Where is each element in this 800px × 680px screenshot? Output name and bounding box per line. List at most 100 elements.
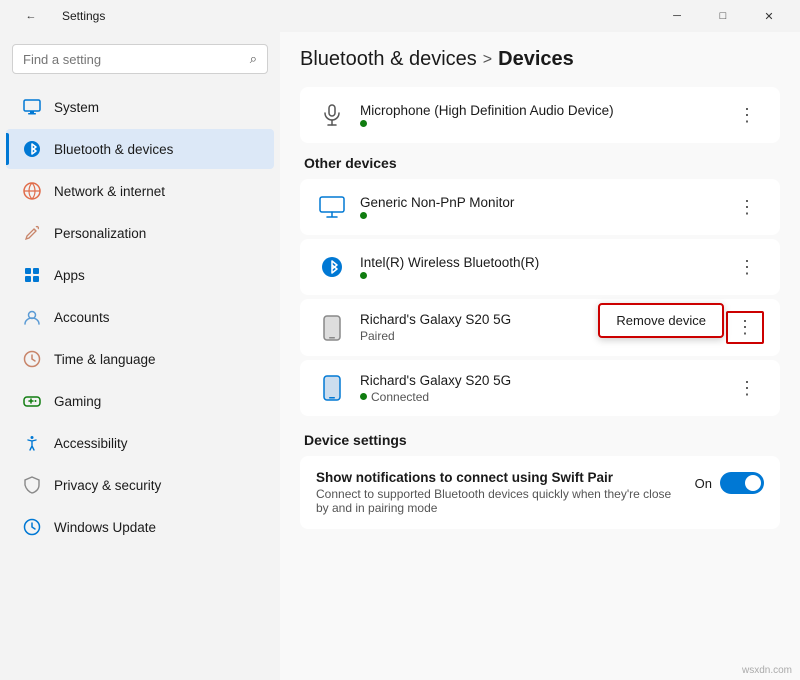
swift-pair-title: Show notifications to connect using Swif… bbox=[316, 470, 676, 485]
intel-bluetooth-card-left: Intel(R) Wireless Bluetooth(R) bbox=[316, 251, 539, 283]
titlebar: ← Settings ─ □ ✕ bbox=[0, 0, 800, 32]
search-icon: ⌕ bbox=[250, 51, 257, 67]
titlebar-left: ← Settings bbox=[8, 0, 105, 32]
sidebar-item-system[interactable]: System bbox=[6, 87, 274, 127]
sidebar-item-accounts[interactable]: Accounts bbox=[6, 297, 274, 337]
intel-bluetooth-more-button[interactable]: ⋮ bbox=[730, 253, 764, 282]
remove-device-label: Remove device bbox=[616, 313, 706, 328]
monitor-icon bbox=[316, 191, 348, 223]
galaxy-connected-name: Richard's Galaxy S20 5G bbox=[360, 373, 511, 388]
microphone-status bbox=[360, 120, 614, 127]
remove-device-popup[interactable]: Remove device bbox=[598, 303, 724, 338]
titlebar-controls: ─ □ ✕ bbox=[654, 0, 792, 32]
network-icon bbox=[22, 181, 42, 201]
microphone-info: Microphone (High Definition Audio Device… bbox=[360, 103, 614, 127]
swift-pair-toggle[interactable] bbox=[720, 472, 764, 494]
app-title: Settings bbox=[62, 9, 105, 23]
intel-bluetooth-info: Intel(R) Wireless Bluetooth(R) bbox=[360, 255, 539, 279]
bluetooth-icon bbox=[22, 139, 42, 159]
search-box[interactable]: ⌕ bbox=[12, 44, 268, 74]
galaxy-paired-status-text: Paired bbox=[360, 329, 395, 343]
sidebar-item-privacy[interactable]: Privacy & security bbox=[6, 465, 274, 505]
galaxy-paired-icon bbox=[316, 312, 348, 344]
sidebar-item-apps[interactable]: Apps bbox=[6, 255, 274, 295]
app-body: ⌕ System Bluetooth & devices Network & i… bbox=[0, 32, 800, 680]
intel-bluetooth-card: Intel(R) Wireless Bluetooth(R) ⋮ bbox=[300, 239, 780, 295]
sidebar-item-accounts-label: Accounts bbox=[54, 310, 110, 325]
intel-bluetooth-name: Intel(R) Wireless Bluetooth(R) bbox=[360, 255, 539, 270]
monitor-card-left: Generic Non-PnP Monitor bbox=[316, 191, 514, 223]
accessibility-icon bbox=[22, 433, 42, 453]
sidebar-item-network-label: Network & internet bbox=[54, 184, 165, 199]
monitor-status bbox=[360, 212, 514, 219]
galaxy-paired-card-left: Richard's Galaxy S20 5G Paired bbox=[316, 312, 511, 344]
microphone-icon bbox=[316, 99, 348, 131]
galaxy-connected-icon bbox=[316, 372, 348, 404]
galaxy-connected-card: Richard's Galaxy S20 5G Connected ⋮ bbox=[300, 360, 780, 416]
monitor-card: Generic Non-PnP Monitor ⋮ bbox=[300, 179, 780, 235]
sidebar-item-time[interactable]: Time & language bbox=[6, 339, 274, 379]
close-button[interactable]: ✕ bbox=[746, 0, 792, 32]
sidebar: ⌕ System Bluetooth & devices Network & i… bbox=[0, 32, 280, 680]
monitor-more-button[interactable]: ⋮ bbox=[730, 193, 764, 222]
sidebar-item-apps-label: Apps bbox=[54, 268, 85, 283]
sidebar-item-gaming[interactable]: Gaming bbox=[6, 381, 274, 421]
personalization-icon bbox=[22, 223, 42, 243]
device-settings-label: Device settings bbox=[300, 432, 780, 448]
galaxy-paired-status: Paired bbox=[360, 329, 511, 343]
microphone-card-left: Microphone (High Definition Audio Device… bbox=[316, 99, 614, 131]
galaxy-connected-status-dot bbox=[360, 393, 367, 400]
sidebar-item-gaming-label: Gaming bbox=[54, 394, 101, 409]
sidebar-item-network[interactable]: Network & internet bbox=[6, 171, 274, 211]
swift-pair-info: Show notifications to connect using Swif… bbox=[316, 470, 676, 515]
microphone-more-button[interactable]: ⋮ bbox=[730, 101, 764, 130]
maximize-button[interactable]: □ bbox=[700, 0, 746, 32]
system-icon bbox=[22, 97, 42, 117]
time-icon bbox=[22, 349, 42, 369]
swift-pair-row: Show notifications to connect using Swif… bbox=[300, 456, 780, 529]
galaxy-paired-card: Richard's Galaxy S20 5G Paired Remove de… bbox=[300, 299, 780, 356]
sidebar-item-privacy-label: Privacy & security bbox=[54, 478, 161, 493]
breadcrumb-parent[interactable]: Bluetooth & devices bbox=[300, 48, 477, 71]
minimize-button[interactable]: ─ bbox=[654, 0, 700, 32]
search-input[interactable] bbox=[23, 52, 242, 67]
monitor-name: Generic Non-PnP Monitor bbox=[360, 195, 514, 210]
intel-bluetooth-icon bbox=[316, 251, 348, 283]
other-devices-label: Other devices bbox=[300, 155, 780, 171]
sidebar-item-personalization[interactable]: Personalization bbox=[6, 213, 274, 253]
galaxy-connected-info: Richard's Galaxy S20 5G Connected bbox=[360, 373, 511, 404]
sidebar-item-time-label: Time & language bbox=[54, 352, 156, 367]
sidebar-item-accessibility-label: Accessibility bbox=[54, 436, 128, 451]
sidebar-item-personalization-label: Personalization bbox=[54, 226, 146, 241]
microphone-status-dot bbox=[360, 120, 367, 127]
watermark: wsxdn.com bbox=[742, 665, 792, 676]
sidebar-item-update[interactable]: Windows Update bbox=[6, 507, 274, 547]
breadcrumb-current: Devices bbox=[498, 48, 574, 71]
galaxy-connected-status: Connected bbox=[360, 390, 511, 404]
popup-container: Remove device ⋮ bbox=[726, 311, 764, 344]
intel-bluetooth-status bbox=[360, 272, 539, 279]
sidebar-item-bluetooth[interactable]: Bluetooth & devices bbox=[6, 129, 274, 169]
galaxy-connected-more-button[interactable]: ⋮ bbox=[730, 374, 764, 403]
microphone-card: Microphone (High Definition Audio Device… bbox=[300, 87, 780, 143]
accounts-icon bbox=[22, 307, 42, 327]
sidebar-item-update-label: Windows Update bbox=[54, 520, 156, 535]
monitor-status-dot bbox=[360, 212, 367, 219]
intel-bluetooth-status-dot bbox=[360, 272, 367, 279]
galaxy-paired-name: Richard's Galaxy S20 5G bbox=[360, 312, 511, 327]
sidebar-item-accessibility[interactable]: Accessibility bbox=[6, 423, 274, 463]
privacy-icon bbox=[22, 475, 42, 495]
apps-icon bbox=[22, 265, 42, 285]
page-header: Bluetooth & devices > Devices bbox=[300, 48, 780, 71]
galaxy-connected-status-text: Connected bbox=[371, 390, 429, 404]
swift-pair-toggle-right: On bbox=[695, 470, 764, 494]
galaxy-paired-info: Richard's Galaxy S20 5G Paired bbox=[360, 312, 511, 343]
galaxy-paired-more-button[interactable]: ⋮ bbox=[726, 311, 764, 344]
back-button[interactable]: ← bbox=[8, 0, 54, 32]
sidebar-item-system-label: System bbox=[54, 100, 99, 115]
main-content: Bluetooth & devices > Devices Microphone… bbox=[280, 32, 800, 680]
breadcrumb-arrow-icon: > bbox=[483, 51, 492, 69]
update-icon bbox=[22, 517, 42, 537]
swift-pair-desc: Connect to supported Bluetooth devices q… bbox=[316, 487, 676, 515]
gaming-icon bbox=[22, 391, 42, 411]
